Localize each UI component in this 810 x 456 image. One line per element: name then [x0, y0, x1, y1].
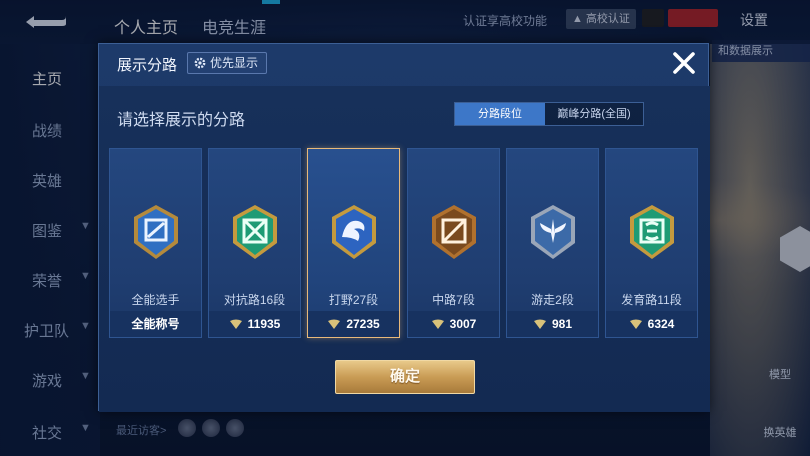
farm-lane-emblem-icon — [630, 205, 674, 259]
lane-card-value: 981 — [551, 317, 573, 331]
modal-subtitle: 请选择展示的分路 — [117, 112, 246, 129]
close-icon[interactable] — [669, 48, 699, 78]
lane-card-value: 11935 — [247, 317, 281, 331]
confirm-button[interactable]: 确定 — [335, 360, 475, 394]
lane-card-jungle[interactable]: 打野27段 27235 — [307, 148, 400, 338]
clash-lane-emblem-icon — [233, 205, 277, 259]
lane-card-footer: 6324 — [606, 311, 697, 337]
lane-card-label: 全能选手 — [131, 293, 180, 307]
lane-card-clash[interactable]: 对抗路16段 11935 — [208, 148, 301, 338]
lane-card-footer: 11935 — [209, 311, 300, 337]
lane-card-footer: 27235 — [308, 311, 399, 337]
lane-card-value: 27235 — [346, 317, 380, 331]
lane-card-all-round[interactable]: 全能选手 全能称号 — [109, 148, 202, 338]
lane-card-label: 打野27段 — [328, 293, 379, 307]
lane-card-value: 3007 — [449, 317, 477, 331]
priority-display-label: 优先显示 — [210, 56, 259, 70]
lane-card-footer: 全能称号 — [110, 311, 201, 337]
fan-icon — [229, 319, 242, 329]
lane-card-label: 中路7段 — [432, 293, 475, 307]
tab-lane-rank[interactable]: 分路段位 — [455, 103, 545, 125]
fan-icon — [629, 319, 642, 329]
priority-display-button[interactable]: 优先显示 — [187, 52, 268, 74]
jungle-emblem-icon — [332, 205, 376, 259]
all-round-emblem-icon — [134, 205, 178, 259]
tab-peak-lane[interactable]: 巅峰分路(全国) — [545, 103, 643, 125]
lane-card-list: 全能选手 全能称号 对抗路16段 11935 打野27段 27235 中路7段 … — [109, 148, 699, 338]
modal-body: 请选择展示的分路 分路段位 巅峰分路(全国) 全能选手 全能称号 对抗路16段 … — [99, 86, 710, 412]
lane-card-label: 对抗路16段 — [223, 293, 286, 307]
lane-card-value: 6324 — [647, 317, 675, 331]
lane-tab-switch: 分路段位 巅峰分路(全国) — [454, 102, 644, 126]
mid-lane-emblem-icon — [432, 205, 476, 259]
lane-card-roam[interactable]: 游走2段 981 — [506, 148, 599, 338]
fan-icon — [328, 319, 341, 329]
lane-display-modal: 展示分路 优先显示 请选择展示的分路 分路段位 巅峰分路(全国) 全能选手 全能… — [98, 43, 710, 412]
lane-card-label: 游走2段 — [531, 293, 574, 307]
lane-card-value: 全能称号 — [131, 317, 180, 331]
lane-card-farm[interactable]: 发育路11段 6324 — [605, 148, 698, 338]
modal-title: 展示分路 — [117, 57, 178, 74]
lane-card-label: 发育路11段 — [621, 293, 682, 307]
gear-icon — [194, 57, 206, 69]
fan-icon — [533, 319, 546, 329]
lane-card-footer: 981 — [507, 311, 598, 337]
fan-icon — [431, 319, 444, 329]
roam-emblem-icon — [531, 205, 575, 259]
lane-card-mid[interactable]: 中路7段 3007 — [407, 148, 500, 338]
lane-card-footer: 3007 — [408, 311, 499, 337]
